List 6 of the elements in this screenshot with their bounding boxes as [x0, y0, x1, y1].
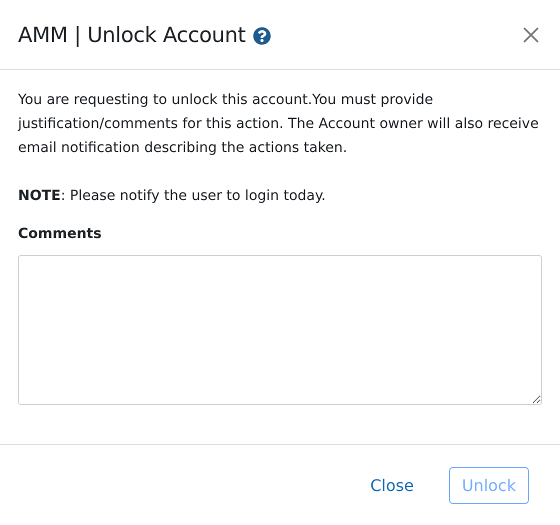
dialog-title: AMM | Unlock Account — [18, 22, 246, 46]
message-text: You are requesting to unlock this account.You must provide justification/comments for this action. The Account owner will also receive email notification describing the actions taken. — [18, 91, 540, 158]
help-icon[interactable] — [252, 27, 271, 45]
comments-label: Comments — [18, 225, 103, 244]
comments-field[interactable] — [18, 255, 542, 405]
note-text: NOTE: Please notify the user to login today. — [18, 187, 327, 206]
